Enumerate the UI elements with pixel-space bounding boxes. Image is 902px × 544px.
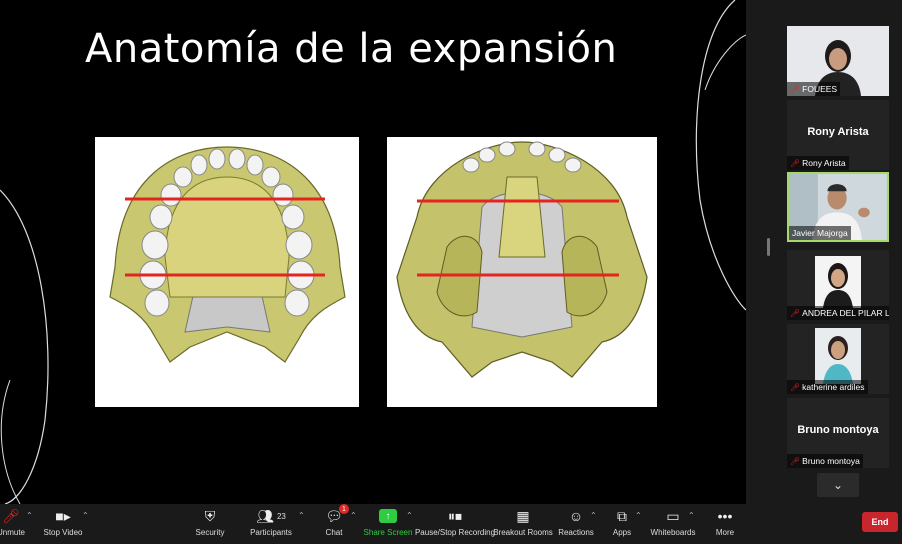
participant-tile[interactable]: 🎤︎ FOUEES	[787, 26, 889, 96]
whiteboard-icon: ▭	[666, 507, 680, 524]
participant-name-bar: 🎤︎ Bruno montoya	[787, 454, 863, 468]
shared-screen: Anatomía de la expansión	[0, 0, 746, 504]
share-options-caret-icon[interactable]: ⌃	[406, 511, 413, 520]
participant-name: Javier Majorga	[792, 228, 848, 238]
apps-icon: ⧉	[617, 507, 627, 524]
video-options-caret-icon[interactable]: ⌃	[82, 511, 89, 520]
participant-name: Rony Arista	[802, 158, 846, 168]
mic-muted-icon: 🎤︎	[790, 158, 801, 168]
gallery-resize-handle[interactable]	[767, 238, 770, 256]
participant-tile[interactable]: Bruno montoya 🎤︎ Bruno montoya	[787, 398, 889, 468]
participant-name-bar: 🎤︎ ANDREA DEL PILAR LEIV...	[787, 306, 889, 320]
apps-label: Apps	[612, 528, 632, 537]
mic-muted-icon: 🎤︎	[790, 84, 801, 94]
mic-muted-icon: 🎤︎	[790, 456, 801, 466]
mic-muted-icon: 🎤︎	[2, 507, 20, 524]
end-meeting-button[interactable]: End	[862, 512, 898, 532]
chat-icon: 💬︎ 1	[325, 504, 349, 526]
breakout-rooms-icon: ▦	[516, 507, 530, 524]
participant-center-name: Bruno montoya	[797, 424, 879, 436]
participants-icon: 👥︎ 23	[256, 507, 286, 524]
participants-count: 23	[276, 511, 286, 521]
participant-name: katherine ardiles	[802, 382, 865, 392]
share-screen-label: Share Screen	[363, 528, 413, 537]
shield-icon: ⛨	[204, 507, 216, 524]
participant-tile-active-speaker[interactable]: Javier Majorga	[787, 172, 889, 242]
mic-muted-icon: 🎤︎	[790, 308, 801, 318]
stop-video-label: Stop Video	[43, 528, 83, 537]
participant-tile[interactable]: 🎤︎ ANDREA DEL PILAR LEIV...	[787, 250, 889, 320]
meeting-toolbar: 🎤︎ Unmute ⌃ ■▸ Stop Video ⌃ ⛨ Security 👥…	[0, 504, 902, 544]
participant-tile[interactable]: Rony Arista 🎤︎ Rony Arista	[787, 100, 889, 170]
slide-title: Anatomía de la expansión	[85, 26, 618, 72]
participant-name-bar: 🎤︎ Rony Arista	[787, 156, 849, 170]
participants-label: Participants	[250, 528, 292, 537]
palate-image-inferior	[95, 137, 359, 407]
participant-center-name: Rony Arista	[807, 126, 869, 138]
security-label: Security	[195, 528, 225, 537]
participant-gallery: 🎤︎ FOUEES Rony Arista 🎤︎ Rony Arista Jav…	[746, 0, 902, 504]
more-button[interactable]: ••• More	[690, 506, 760, 537]
video-camera-icon: ■▸	[55, 507, 71, 524]
pause-stop-icon: ⏸︎⏹︎	[448, 507, 462, 524]
more-label: More	[715, 528, 735, 537]
security-button[interactable]: ⛨ Security	[175, 506, 245, 538]
pause-recording-label: Pause/Stop Recording	[414, 528, 496, 537]
participant-name: Bruno montoya	[802, 456, 860, 466]
whiteboards-label: Whiteboards	[650, 528, 696, 537]
chat-unread-badge: 1	[338, 504, 349, 514]
unmute-label: Unmute	[0, 528, 25, 537]
reactions-icon: ☺	[568, 508, 584, 524]
participant-tile[interactable]: 🎤︎ katherine ardiles	[787, 324, 889, 394]
participants-button[interactable]: 👥︎ 23 Participants	[236, 506, 306, 538]
gallery-next-page-button[interactable]: ⌄	[817, 473, 859, 497]
chat-label: Chat	[325, 528, 343, 537]
mic-muted-icon: 🎤︎	[790, 382, 801, 392]
participant-name-bar: 🎤︎ FOUEES	[787, 82, 841, 96]
palate-image-superior	[387, 137, 657, 407]
participant-name-bar: 🎤︎ katherine ardiles	[787, 380, 868, 394]
pause-stop-recording-button[interactable]: ⏸︎⏹︎ Pause/Stop Recording	[415, 506, 495, 538]
more-dots-icon: •••	[717, 508, 733, 524]
chevron-down-icon: ⌄	[832, 478, 844, 492]
participant-name-bar: Javier Majorga	[789, 226, 851, 240]
participant-name: FOUEES	[802, 84, 838, 94]
participant-name: ANDREA DEL PILAR LEIV...	[802, 308, 889, 318]
share-screen-icon: ↑	[379, 506, 397, 526]
